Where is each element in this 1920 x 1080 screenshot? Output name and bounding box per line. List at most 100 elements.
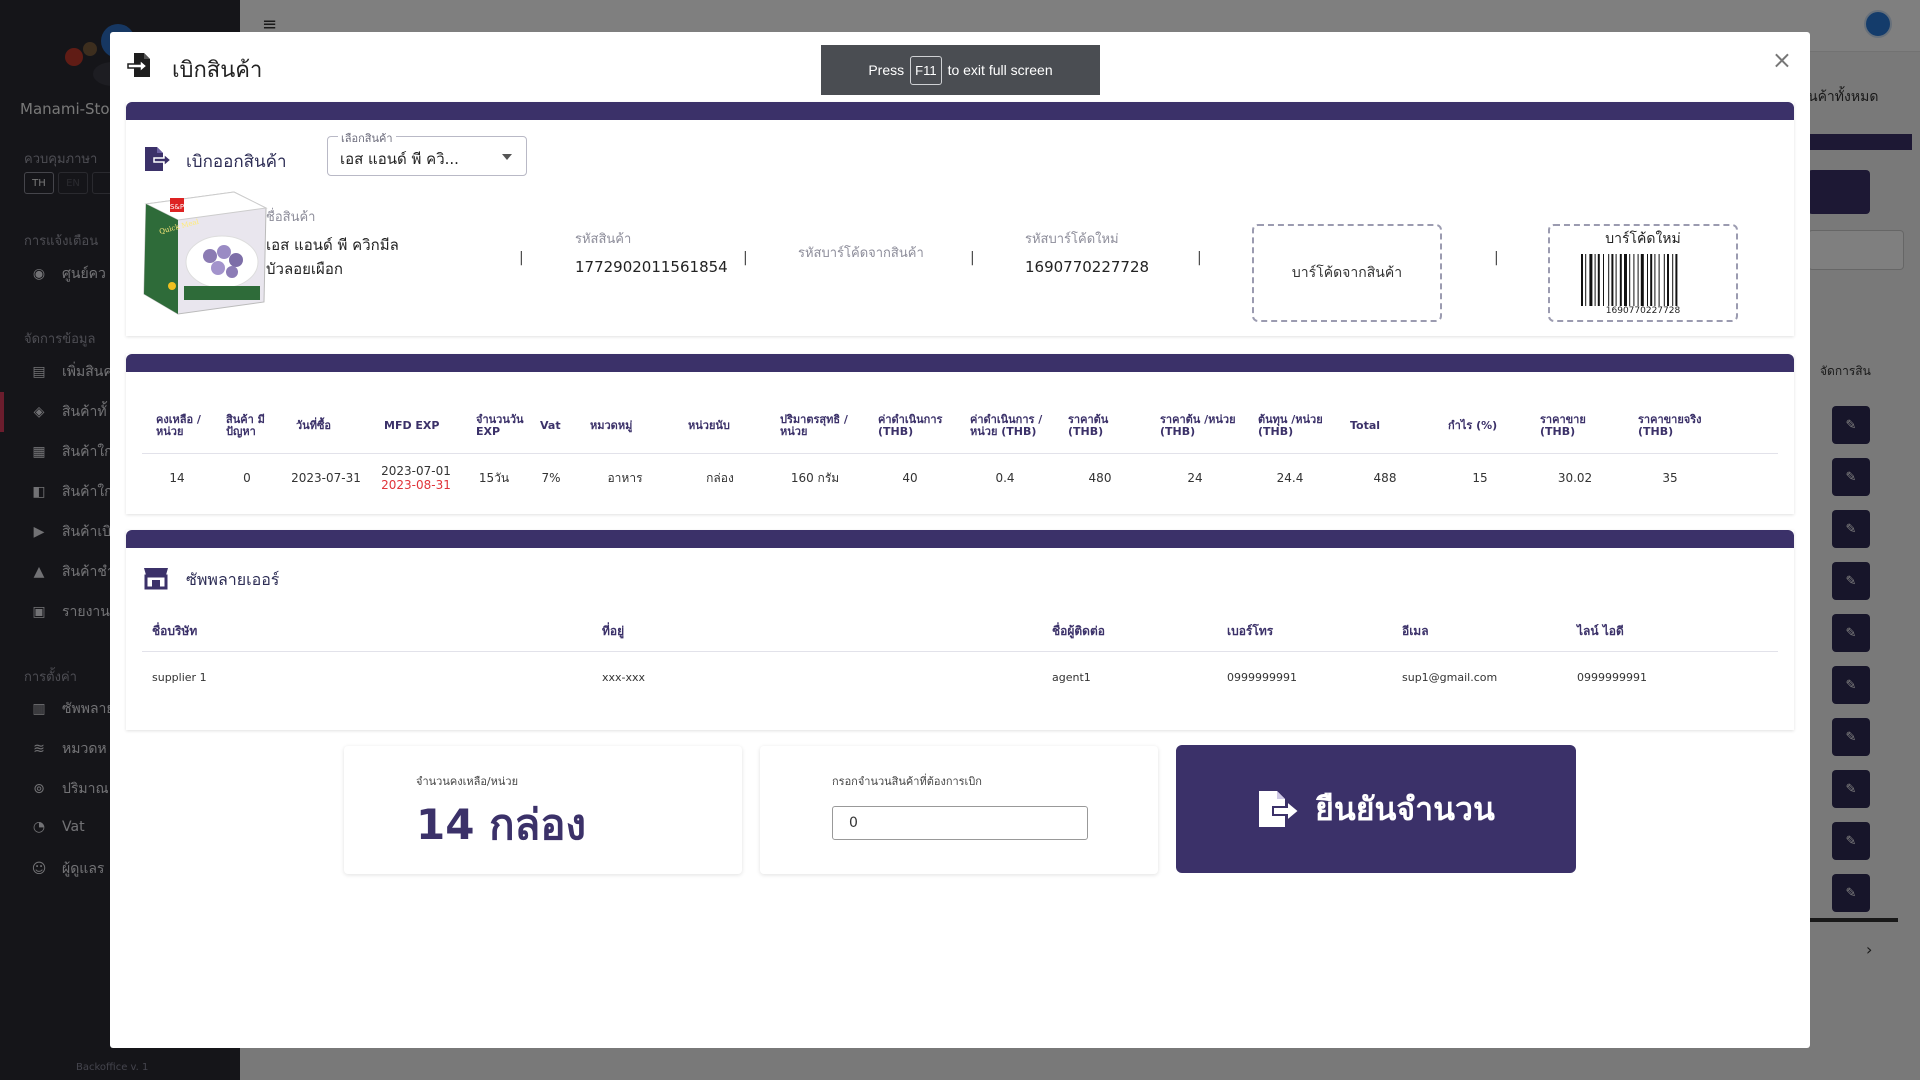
toast-text: Press — [868, 62, 905, 78]
mfd-date: 2023-07-01 — [381, 464, 451, 478]
cell-mfd-exp: 2023-07-01 2023-08-31 — [370, 464, 462, 492]
stat-value: 14 กล่อง — [416, 800, 586, 849]
product-image: S&P Quick Meal — [143, 191, 268, 315]
barcode-bar — [1629, 254, 1631, 306]
barcode-bar — [1589, 254, 1593, 306]
withdraw-quantity-card: กรอกจำนวนสินค้าที่ต้องการเบิก — [760, 746, 1158, 874]
product-barcode-box[interactable]: บาร์โค้ดจากสินค้า — [1252, 224, 1442, 322]
separator: | — [1197, 250, 1202, 266]
table-header-cell: ราคาขายจริง (THB) — [1638, 412, 1702, 438]
table-header-cell: Vat — [540, 418, 561, 432]
cell-email: sup1@gmail.com — [1402, 670, 1498, 684]
header-address: ที่อยู่ — [602, 624, 625, 638]
table-header-cell: จำนวนวัน EXP — [476, 412, 524, 438]
field-value: 1772902011561854 — [575, 258, 728, 276]
header-email: อีเมล — [1402, 624, 1429, 638]
barcode-bar — [1597, 254, 1600, 306]
svg-text:S&P: S&P — [170, 203, 184, 211]
section-title: เบิกออกสินค้า — [186, 152, 287, 172]
barcode-bar — [1640, 254, 1644, 306]
section-title: ซัพพลายเออร์ — [186, 570, 280, 589]
cell-unit: กล่อง — [706, 471, 734, 485]
table-header-cell: หน่วยนับ — [688, 418, 730, 432]
table-header-cell: ต้นทุน /หน่วย (THB) — [1258, 412, 1323, 438]
field-label: ชื่อสินค้า — [266, 210, 316, 225]
cell-line-id: 0999999991 — [1577, 670, 1647, 684]
cell-real-sale-price: 35 — [1662, 471, 1678, 485]
barcode-box-label: บาร์โค้ดจากสินค้า — [1291, 265, 1403, 281]
toast-key: F11 — [910, 55, 942, 85]
barcode-bar — [1667, 254, 1669, 306]
table-header-cell: วันที่ซื้อ — [296, 418, 332, 432]
confirm-quantity-button[interactable]: ยืนยันจำนวน — [1176, 745, 1576, 873]
separator: | — [743, 250, 748, 266]
separator: | — [970, 250, 975, 266]
header-company: ชื่อบริษัท — [152, 624, 198, 638]
field-label: รหัสบาร์โค้ดใหม่ — [1025, 232, 1119, 247]
cell-operation-cost: 40 — [902, 471, 918, 485]
barcode-bar — [1624, 254, 1627, 306]
barcode-bar — [1585, 254, 1587, 306]
field-label: รหัสบาร์โค้ดจากสินค้า — [798, 246, 924, 261]
select-value: เอส แอนด์ พี ควิ... — [340, 150, 459, 168]
cell-category: อาหาร — [607, 471, 643, 485]
table-header-cell: MFD EXP — [384, 418, 440, 432]
table-header-cell: ค่าดำเนินการ /หน่วย (THB) — [970, 412, 1043, 438]
card-header-bar — [126, 102, 1794, 120]
new-barcode-box[interactable]: บาร์โค้ดใหม่ 1690770227728 — [1548, 224, 1738, 322]
button-label: ยืนยันจำนวน — [1315, 789, 1495, 828]
field-value: 1690770227728 — [1025, 258, 1150, 276]
supplier-table: ชื่อบริษัท ที่อยู่ ชื่อผู้ติดต่อ เบอร์โท… — [142, 612, 1778, 702]
table-header-cell: คงเหลือ /หน่วย — [156, 412, 201, 438]
table-row: supplier 1 xxx-xxx agent1 0999999991 sup… — [142, 652, 1778, 702]
barcode-bar — [1594, 254, 1596, 306]
input-label: กรอกจำนวนสินค้าที่ต้องการเบิก — [832, 775, 982, 788]
table-header-cell: ราคาต้น /หน่วย (THB) — [1160, 412, 1236, 438]
barcode-bar — [1637, 254, 1639, 306]
barcode-bar — [1663, 254, 1665, 306]
barcode-bar — [1611, 254, 1614, 306]
card-header-bar — [126, 354, 1794, 372]
barcode-bar — [1672, 254, 1674, 306]
close-icon[interactable]: × — [1772, 46, 1792, 74]
barcode-bar — [1654, 254, 1656, 306]
cell-net-volume: 160 กรัม — [790, 471, 840, 485]
product-select[interactable]: เลือกสินค้า เอส แอนด์ พี ควิ... — [327, 129, 527, 176]
file-export-icon — [1259, 791, 1301, 827]
cell-address: xxx-xxx — [602, 670, 646, 684]
table-header-cell: ราคาขาย (THB) — [1540, 412, 1586, 438]
table-header-cell: Total — [1350, 418, 1381, 432]
file-export-icon — [127, 53, 150, 77]
detail-table: คงเหลือ /หน่วย สินค้า มีปัญหา วันที่ซื้อ MF… — [142, 398, 1778, 502]
cell-problem: 0 — [243, 471, 251, 485]
barcode-bar — [1650, 254, 1653, 306]
cell-phone: 0999999991 — [1227, 670, 1297, 684]
cell-base-price-unit: 24 — [1187, 471, 1203, 485]
barcode-box-title: บาร์โค้ดใหม่ — [1605, 231, 1681, 247]
product-code-field: รหัสสินค้า 1772902011561854 — [575, 228, 728, 279]
barcode-bar — [1615, 254, 1617, 306]
cell-company: supplier 1 — [152, 670, 207, 684]
table-header-cell: กำไร (%) — [1448, 418, 1498, 432]
product-name-field: ชื่อสินค้า เอส แอนด์ พี ควิกมีล บัวลอยเผ… — [266, 206, 446, 281]
file-export-icon — [145, 147, 172, 171]
remaining-stock-card: จำนวนคงเหลือ/หน่วย 14 กล่อง — [344, 746, 742, 874]
table-header: คงเหลือ /หน่วย สินค้า มีปัญหา วันที่ซื้อ MF… — [142, 398, 1778, 454]
select-legend: เลือกสินค้า — [338, 129, 396, 147]
barcode-bar — [1658, 254, 1660, 306]
barcode-bar — [1675, 254, 1678, 306]
barcode-number: 1690770227728 — [1605, 306, 1681, 316]
detail-card: คงเหลือ /หน่วย สินค้า มีปัญหา วันที่ซื้อ MF… — [126, 354, 1794, 514]
caret-down-icon — [502, 154, 512, 160]
table-header-cell: หมวดหมู่ — [590, 418, 633, 432]
product-card: เบิกออกสินค้า เลือกสินค้า เอส แอนด์ พี ค… — [126, 102, 1794, 336]
withdraw-quantity-input[interactable] — [832, 806, 1088, 840]
cell-sale-price: 30.02 — [1557, 471, 1593, 485]
barcode-bar — [1608, 254, 1610, 306]
header-contact: ชื่อผู้ติดต่อ — [1052, 624, 1105, 638]
header-line-id: ไลน์ ไอดี — [1577, 624, 1624, 638]
cell-total: 488 — [1373, 471, 1397, 485]
table-header-cell: ราคาต้น (THB) — [1068, 412, 1109, 438]
cell-days-exp: 15วัน — [478, 471, 510, 485]
stat-label: จำนวนคงเหลือ/หน่วย — [416, 775, 519, 788]
